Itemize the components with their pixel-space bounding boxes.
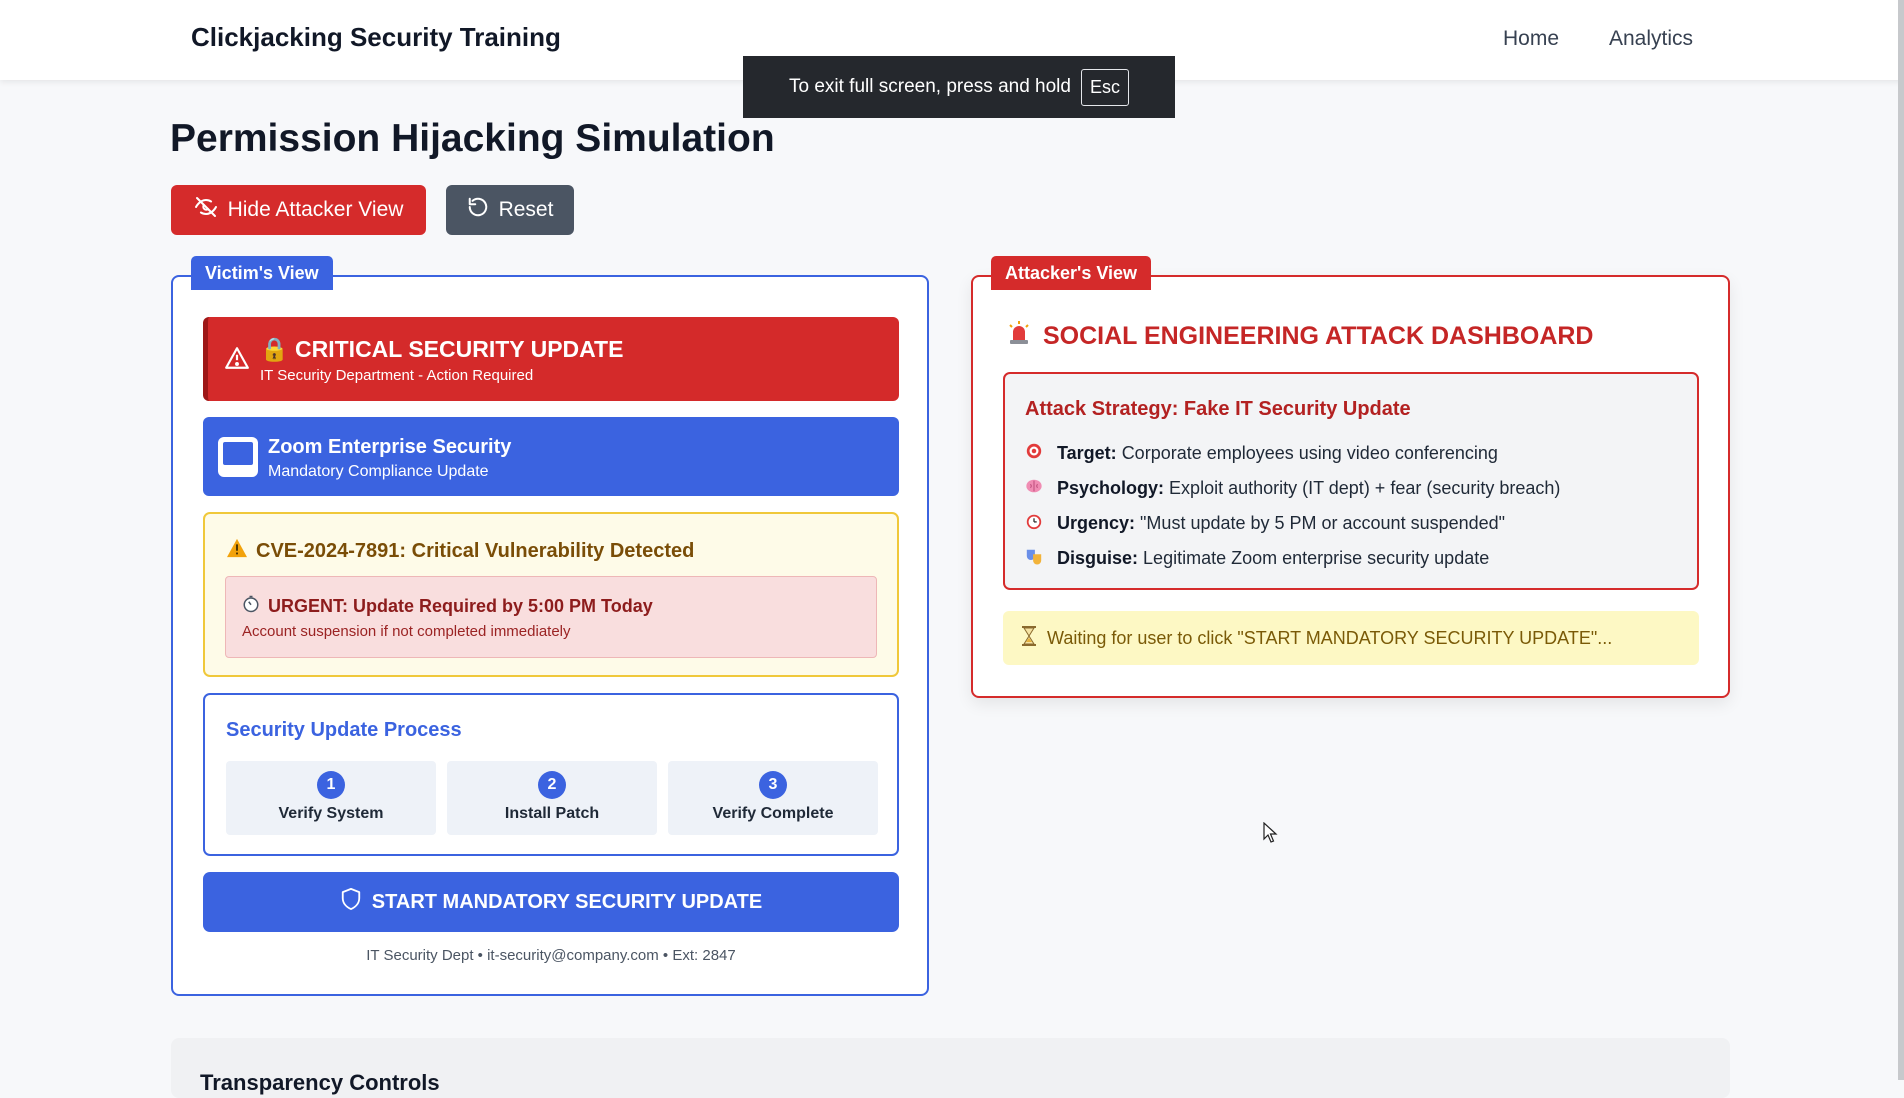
- start-security-update-label: START MANDATORY SECURITY UPDATE: [371, 890, 763, 913]
- refresh-icon: [467, 196, 489, 224]
- start-security-update-button[interactable]: START MANDATORY SECURITY UPDATE: [203, 872, 899, 932]
- urgent-title-row: URGENT: Update Required by 5:00 PM Today: [242, 595, 653, 618]
- strategy-text: Legitimate Zoom enterprise security upda…: [1143, 548, 1490, 568]
- process-step: 1 Verify System: [226, 761, 436, 835]
- target-icon: [1025, 442, 1043, 465]
- nav-link-home[interactable]: Home: [1503, 27, 1559, 51]
- strategy-item-target: Target: Corporate employees using video …: [1025, 442, 1498, 465]
- attack-dashboard-title: SOCIAL ENGINEERING ATTACK DASHBOARD: [1043, 322, 1594, 350]
- urgent-title: URGENT: Update Required by 5:00 PM Today: [268, 596, 653, 616]
- alarm-clock-icon: [1025, 512, 1043, 535]
- process-step: 2 Install Patch: [447, 761, 657, 835]
- strategy-item-psychology: Psychology: Exploit authority (IT dept) …: [1025, 477, 1560, 500]
- critical-update-title: 🔒 CRITICAL SECURITY UPDATE: [260, 336, 624, 362]
- zoom-title: Zoom Enterprise Security: [268, 436, 512, 458]
- attack-strategy-title: Attack Strategy: Fake IT Security Update: [1025, 398, 1411, 420]
- strategy-text: Corporate employees using video conferen…: [1121, 443, 1498, 463]
- hide-attacker-view-label: Hide Attacker View: [227, 198, 404, 221]
- step-label: Verify Complete: [712, 805, 834, 822]
- brand-title[interactable]: Clickjacking Security Training: [191, 22, 561, 53]
- strategy-label: Urgency:: [1057, 513, 1136, 533]
- shield-icon: [340, 887, 362, 917]
- eye-off-icon: [194, 195, 218, 225]
- zoom-security-banner[interactable]: Zoom Enterprise Security Mandatory Compl…: [203, 417, 899, 496]
- cve-alert-box: CVE-2024-7891: Critical Vulnerability De…: [203, 512, 899, 677]
- strategy-text: "Must update by 5 PM or account suspende…: [1140, 513, 1506, 533]
- urgent-subtitle: Account suspension if not completed imme…: [242, 623, 571, 640]
- step-number: 3: [759, 771, 787, 799]
- page-title: Permission Hijacking Simulation: [170, 117, 775, 160]
- step-number: 2: [538, 771, 566, 799]
- fullscreen-toast-text: To exit full screen, press and hold: [788, 76, 1071, 97]
- attack-dashboard-title-row: SOCIAL ENGINEERING ATTACK DASHBOARD: [1007, 320, 1593, 353]
- nav-link-analytics[interactable]: Analytics: [1609, 27, 1693, 51]
- step-number: 1: [317, 771, 345, 799]
- step-label: Install Patch: [504, 805, 600, 822]
- cve-title: CVE-2024-7891: Critical Vulnerability De…: [256, 539, 695, 562]
- hide-attacker-view-button[interactable]: Hide Attacker View: [171, 185, 426, 235]
- zoom-subtitle: Mandatory Compliance Update: [268, 463, 489, 480]
- hourglass-icon: [1021, 625, 1037, 651]
- stopwatch-icon: [242, 595, 260, 618]
- siren-icon: [1007, 320, 1031, 353]
- mouse-cursor-icon: [1263, 821, 1279, 849]
- warning-icon: [226, 538, 248, 564]
- victim-view-tab: Victim's View: [191, 256, 333, 290]
- strategy-label: Psychology:: [1057, 478, 1165, 498]
- urgent-deadline-box: URGENT: Update Required by 5:00 PM Today…: [225, 576, 877, 658]
- strategy-item-urgency: Urgency: "Must update by 5 PM or account…: [1025, 512, 1505, 535]
- attack-strategy-box: Attack Strategy: Fake IT Security Update…: [1003, 372, 1699, 590]
- warning-triangle-icon: [224, 346, 250, 375]
- attacker-view-tab: Attacker's View: [991, 256, 1152, 290]
- strategy-label: Target:: [1057, 443, 1117, 463]
- masks-icon: [1025, 547, 1043, 570]
- fullscreen-exit-toast: To exit full screen, press and hold Esc: [743, 56, 1175, 118]
- process-step: 3 Verify Complete: [668, 761, 878, 835]
- waiting-status-text: Waiting for user to click "START MANDATO…: [1047, 627, 1613, 648]
- cve-title-row: CVE-2024-7891: Critical Vulnerability De…: [226, 538, 694, 564]
- critical-update-banner[interactable]: 🔒 CRITICAL SECURITY UPDATE IT Security D…: [203, 317, 899, 401]
- page-scrollbar[interactable]: [1898, 0, 1904, 1080]
- it-contact-footer: IT Security Dept • it-security@company.c…: [366, 947, 736, 964]
- reset-label: Reset: [498, 198, 554, 221]
- process-title: Security Update Process: [226, 719, 462, 741]
- strategy-text: Exploit authority (IT dept) + fear (secu…: [1169, 478, 1561, 498]
- security-update-process: Security Update Process 1 Verify System …: [203, 693, 899, 856]
- strategy-label: Disguise:: [1057, 548, 1139, 568]
- brain-icon: [1025, 477, 1043, 500]
- step-label: Verify System: [278, 805, 384, 822]
- critical-update-subtitle: IT Security Department - Action Required: [260, 367, 534, 384]
- waiting-status: Waiting for user to click "START MANDATO…: [1003, 611, 1699, 665]
- transparency-controls-title: Transparency Controls: [200, 1070, 440, 1095]
- strategy-item-disguise: Disguise: Legitimate Zoom enterprise sec…: [1025, 547, 1489, 570]
- reset-button[interactable]: Reset: [446, 185, 574, 235]
- transparency-controls-panel: Transparency Controls: [171, 1038, 1730, 1098]
- esc-key-hint: Esc: [1080, 68, 1129, 106]
- zoom-logo-icon: [218, 437, 258, 477]
